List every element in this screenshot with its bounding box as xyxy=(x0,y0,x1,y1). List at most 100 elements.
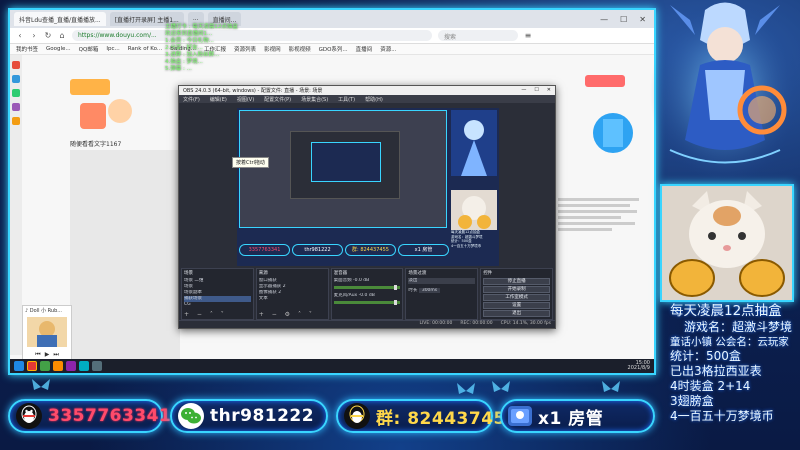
bookmark-item[interactable]: 直播间 xyxy=(356,45,373,53)
menu-help[interactable]: 帮助(H) xyxy=(365,96,383,103)
bookmark-item[interactable]: 资源... xyxy=(380,45,396,53)
menu-icon[interactable]: ≡ xyxy=(524,31,532,40)
start-recording-button[interactable]: 开始录制 xyxy=(483,286,550,293)
source-toolbar[interactable]: + − ⚙ ˄ ˅ xyxy=(259,311,315,318)
sources-dock: 来源 窗口捕获 显示器捕获 2 图像捕获 2 文本 + − ⚙ ˄ ˅ xyxy=(255,268,329,320)
exit-button[interactable]: 退出 xyxy=(483,310,550,317)
qq-contact-pill: 3357763341 xyxy=(8,399,171,433)
obs-window[interactable]: OBS 24.0.3 (64-bit, windows) - 配置文件: 直播 … xyxy=(178,85,556,329)
scenes-dock: 场景 场景 二维 场景 场景副本 捕获场景 CG + − ˄ ˅ xyxy=(181,268,254,320)
promo-graphic-icon xyxy=(585,75,633,153)
nested-contact-row: 3357763341 thr981222 群: 824437455 x1 房管 xyxy=(239,244,449,256)
obs-dock-area: 场景 场景 二维 场景 场景副本 捕获场景 CG + − ˄ ˅ 来源 窗口捕获… xyxy=(179,266,555,322)
moderator-label: x1 房管 xyxy=(538,408,604,429)
moderator-pill: x1 房管 xyxy=(500,399,655,433)
nested-obs-window xyxy=(290,131,400,199)
bookmarks-bar: 我的书签 Google... QQ邮箱 Ipc... Rank of Ko...… xyxy=(10,44,654,55)
prev-track-icon[interactable]: ⏮ xyxy=(35,351,40,359)
page-title: 随便看看文字1167 xyxy=(70,141,122,148)
cpu-fps: CPU: 14.1%, 30.00 fps xyxy=(500,321,551,326)
bookmark-item[interactable]: 我的书签 xyxy=(16,45,38,53)
stream-info-panel: 每天凌晨12点抽盒 游戏名：超激斗梦境 童话小镇 公会名：云玩家 统计：500盒… xyxy=(658,300,800,450)
qq-group-icon xyxy=(344,403,370,429)
play-icon[interactable]: ▶ xyxy=(45,351,50,359)
bookmark-item[interactable]: GDO系列... xyxy=(319,45,348,53)
bookmark-item[interactable]: 影视视频 xyxy=(289,45,311,53)
maximize-button[interactable]: ☐ xyxy=(620,15,627,24)
qq-group-number: 群: 824437455 xyxy=(376,408,519,429)
reload-icon[interactable]: ↻ xyxy=(44,31,52,40)
source-item[interactable]: 文本 xyxy=(259,296,326,302)
qq-number: 3357763341 xyxy=(48,406,172,426)
taskbar-app-icon[interactable] xyxy=(40,361,50,371)
maximize-button[interactable]: ☐ xyxy=(534,87,538,94)
taskbar-app-icon[interactable] xyxy=(79,361,89,371)
menu-view[interactable]: 视图(V) xyxy=(237,96,254,103)
back-icon[interactable]: ‹ xyxy=(16,31,24,40)
obs-window-title: OBS 24.0.3 (64-bit, windows) - 配置文件: 直播 … xyxy=(183,88,323,94)
close-button[interactable]: ✕ xyxy=(639,15,646,24)
transitions-dock: 场景过渡 淡出 时长 300ms xyxy=(405,268,479,320)
info-line: 统计：500盒 xyxy=(670,349,741,363)
cat-thumbnail-icon xyxy=(451,190,497,230)
taskbar-app-icon[interactable] xyxy=(53,361,63,371)
studio-mode-button[interactable]: 工作室模式 xyxy=(483,294,550,301)
start-icon[interactable] xyxy=(14,361,24,371)
qq-group-contact-pill: 群: 824437455 xyxy=(336,399,518,433)
obs-title-bar: OBS 24.0.3 (64-bit, windows) - 配置文件: 直播 … xyxy=(179,86,555,95)
info-headline: 每天凌晨12点抽盒 xyxy=(670,303,782,319)
bookmark-item[interactable]: QQ邮箱 xyxy=(79,45,99,53)
bookmark-item[interactable]: Ipc... xyxy=(106,46,119,52)
settings-button[interactable]: 设置 xyxy=(483,302,550,309)
drag-tooltip: 按着Ctrl拖动 xyxy=(232,157,269,168)
obs-menu-bar: 文件(F) 编辑(E) 视图(V) 配置文件(P) 场景集合(S) 工具(T) … xyxy=(179,95,555,103)
controls-dock: 控件 停止直播 开始录制 工作室模式 设置 退出 xyxy=(480,268,553,320)
next-track-icon[interactable]: ⏭ xyxy=(53,351,58,359)
forward-icon[interactable]: › xyxy=(30,31,38,40)
bookmark-item[interactable]: Rank of Ko... xyxy=(128,46,162,52)
menu-edit[interactable]: 编辑(E) xyxy=(210,96,227,103)
site-logo-icon xyxy=(70,79,132,129)
scene-item[interactable]: CG xyxy=(184,302,251,308)
wechat-contact-pill: thr981222 xyxy=(170,399,328,433)
volume-slider[interactable] xyxy=(333,285,401,290)
app-icon[interactable] xyxy=(12,75,20,83)
obs-taskbar-icon[interactable] xyxy=(92,361,102,371)
duration-label: 时长 xyxy=(408,288,418,293)
obs-preview-canvas[interactable]: 每天凌晨12点抽盒 游戏名：超激斗梦境 统计：500盒 4一百五十万梦境币 33… xyxy=(237,108,499,266)
mixer-level: -0.0 dB xyxy=(353,278,370,283)
stop-streaming-button[interactable]: 停止直播 xyxy=(483,278,550,285)
mixer-level: -0.0 dB xyxy=(358,293,375,298)
app-icon[interactable] xyxy=(12,117,20,125)
bookmark-item[interactable]: Google... xyxy=(46,46,71,52)
menu-profile[interactable]: 配置文件(P) xyxy=(264,96,291,103)
transition-select[interactable]: 淡出 xyxy=(408,278,476,284)
page-right-banner xyxy=(555,75,635,169)
minimize-button[interactable]: — xyxy=(600,15,608,24)
duration-field[interactable]: 300ms xyxy=(418,288,441,293)
butterfly-icon xyxy=(32,379,50,390)
close-button[interactable]: ✕ xyxy=(547,87,551,94)
scrolling-ticker: 主播打卡 : 每天凌晨12点抽盒 欢迎来到直播间1... 1.会员 : 今日礼物… xyxy=(165,24,238,72)
wechat-id: thr981222 xyxy=(210,406,315,426)
browser-tab[interactable]: 抖音Ldu查播_直播/直播播放... xyxy=(14,12,106,26)
system-clock: 15:00 2021/8/9 xyxy=(627,360,650,371)
menu-scene-collection[interactable]: 场景集合(S) xyxy=(301,96,328,103)
browser-tab-bar: 抖音Ldu查播_直播/直播播放... [直播打开录屏] 主播1... ... 直… xyxy=(10,10,654,28)
butterfly-icon xyxy=(457,383,475,394)
taskbar-app-icon[interactable] xyxy=(27,361,37,371)
browser-search-input[interactable]: 搜索 xyxy=(438,30,518,41)
taskbar-app-icon[interactable] xyxy=(66,361,76,371)
butterfly-icon xyxy=(492,381,510,392)
home-icon[interactable]: ⌂ xyxy=(58,31,66,40)
app-icon[interactable] xyxy=(12,61,20,69)
app-icon[interactable] xyxy=(12,89,20,97)
info-line: 童话小镇 公会名：云玩家 xyxy=(670,336,789,348)
minimize-button[interactable]: — xyxy=(521,87,526,94)
scene-toolbar[interactable]: + − ˄ ˅ xyxy=(184,311,227,318)
volume-slider[interactable] xyxy=(333,300,401,305)
menu-tools[interactable]: 工具(T) xyxy=(338,96,355,103)
menu-file[interactable]: 文件(F) xyxy=(183,96,200,103)
music-mini-player[interactable]: ♪ Doll 小 Rub... ⏮ ▶ ⏭ xyxy=(22,305,72,363)
app-icon[interactable] xyxy=(12,103,20,111)
